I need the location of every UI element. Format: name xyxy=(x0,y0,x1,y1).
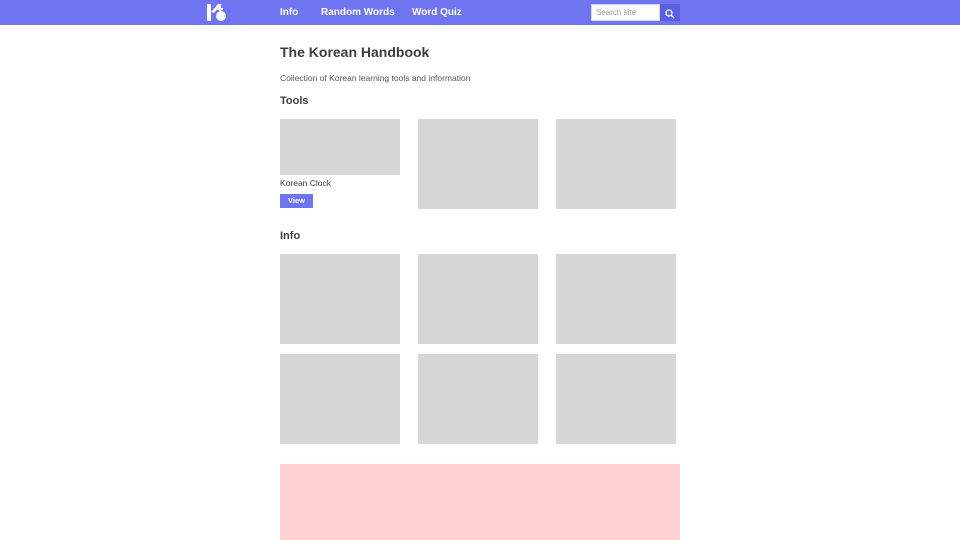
view-button[interactable]: View xyxy=(280,194,313,208)
page-title: The Korean Handbook xyxy=(280,44,430,60)
ad-banner-placeholder xyxy=(280,464,680,540)
info-card-placeholder xyxy=(280,354,400,444)
info-card-placeholder xyxy=(556,354,676,444)
tool-card-label: Korean Clock xyxy=(280,178,332,188)
nav-link-word-quiz[interactable]: Word Quiz xyxy=(412,0,462,25)
search-input[interactable] xyxy=(591,4,660,21)
tool-card-placeholder xyxy=(556,119,676,209)
section-heading-info: Info xyxy=(280,230,301,242)
search-button[interactable] xyxy=(660,4,680,21)
info-card-placeholder xyxy=(418,354,538,444)
info-card-placeholder xyxy=(556,254,676,344)
section-heading-tools: Tools xyxy=(280,95,309,107)
nav-link-random-words[interactable]: Random Words xyxy=(321,0,395,25)
site-logo-icon[interactable] xyxy=(207,4,227,21)
search-icon xyxy=(660,9,680,19)
info-card-placeholder xyxy=(280,254,400,344)
tool-card-placeholder xyxy=(418,119,538,209)
tool-card-korean-clock: Korean Clock View xyxy=(280,119,400,209)
top-nav-bar: Info Random Words Word Quiz xyxy=(0,0,960,25)
tool-card-image[interactable] xyxy=(280,119,400,175)
info-card-placeholder xyxy=(418,254,538,344)
nav-link-info[interactable]: Info xyxy=(280,0,298,25)
page-subtitle: Collection of Korean learning tools and … xyxy=(280,73,471,83)
